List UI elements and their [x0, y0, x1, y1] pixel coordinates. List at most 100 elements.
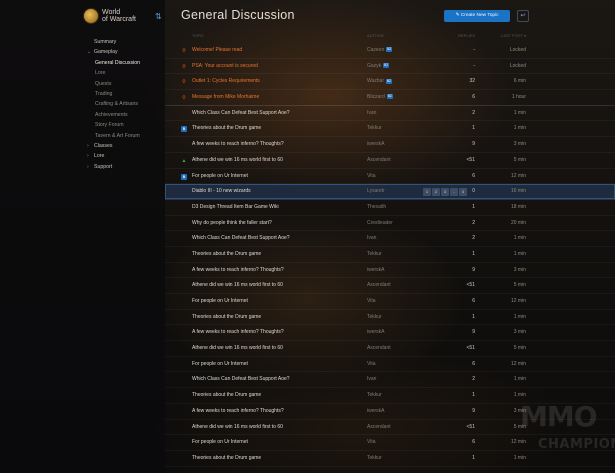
topic-subject[interactable]: Which Class Can Defeat Best Support Aoe?: [192, 106, 290, 122]
sidebar-item[interactable]: Quests: [86, 79, 164, 89]
last-post-time[interactable]: 1 hour: [495, 90, 526, 106]
sidebar-item[interactable]: › Classes: [86, 141, 164, 151]
column-author[interactable]: Author: [367, 33, 384, 38]
topic-subject[interactable]: Theories about the Drum game: [192, 388, 261, 404]
topic-author[interactable]: Cazeon BZ: [367, 43, 393, 59]
topic-row[interactable]: Which Class Can Defeat Best Support Aoe?…: [165, 106, 615, 122]
last-post-time[interactable]: 12 min: [495, 357, 526, 373]
topic-row[interactable]: For people on Ur Internet Vita 6 12 min: [165, 357, 615, 373]
column-last-post[interactable]: Last Post ▾: [495, 33, 526, 38]
topic-author[interactable]: Ivan: [367, 231, 376, 247]
topic-row[interactable]: Which Class Can Defeat Best Support Aoe?…: [165, 231, 615, 247]
topic-row[interactable]: D3 Design Thread Item Bar Game Wiki Thexa…: [165, 200, 615, 216]
topic-subject[interactable]: Diablo III - 10 new wizards: [192, 184, 251, 200]
topic-subject[interactable]: For people on Ur Internet: [192, 294, 248, 310]
last-post-time[interactable]: Locked: [495, 43, 526, 59]
topic-author[interactable]: Vita: [367, 294, 376, 310]
column-replies[interactable]: Replies: [455, 33, 475, 38]
last-post-time[interactable]: 1 min: [495, 121, 526, 137]
last-post-time[interactable]: 5 min: [495, 278, 526, 294]
column-topic[interactable]: Topic: [192, 33, 204, 38]
topic-author[interactable]: Gazyk BZ: [367, 59, 390, 75]
topic-subject[interactable]: PSA: Your account is secured: [192, 59, 258, 75]
last-post-time[interactable]: 6 min: [495, 74, 526, 90]
topic-author[interactable]: Ivan: [367, 372, 376, 388]
last-post-time[interactable]: Locked: [495, 59, 526, 75]
topic-subject[interactable]: Which Class Can Defeat Best Support Aoe?: [192, 372, 290, 388]
topic-author[interactable]: iwerskA: [367, 137, 385, 153]
topic-subject[interactable]: Theories about the Drum game: [192, 247, 261, 263]
topic-author[interactable]: Tekkur: [367, 310, 382, 326]
topic-row[interactable]: ▲ Athene did we win 16 ms world first to …: [165, 153, 615, 169]
sidebar-item[interactable]: Achievements: [86, 110, 164, 120]
topic-author[interactable]: Crestleader: [367, 216, 393, 232]
last-post-time[interactable]: 12 min: [495, 294, 526, 310]
topic-subject[interactable]: Athene did we win 16 ms world first to 6…: [192, 341, 283, 357]
sidebar-item[interactable]: Story Forum: [86, 120, 164, 130]
topic-author[interactable]: Ascendant: [367, 341, 391, 357]
last-post-time[interactable]: 20 min: [495, 216, 526, 232]
topic-row[interactable]: ⚲ Welcome! Please read Cazeon BZ - Locked: [165, 43, 615, 59]
topic-subject[interactable]: Message from Mike Morhaime: [192, 90, 259, 106]
topic-author[interactable]: Tekkur: [367, 451, 382, 467]
topic-author[interactable]: Ascendant: [367, 278, 391, 294]
topic-author[interactable]: Ivan: [367, 106, 376, 122]
topic-subject[interactable]: Theories about the Drum game: [192, 121, 261, 137]
last-post-time[interactable]: 1 min: [495, 310, 526, 326]
last-post-time[interactable]: 18 min: [495, 200, 526, 216]
topic-row[interactable]: A few weeks to reach inferno? Thoughts? i…: [165, 263, 615, 279]
return-icon[interactable]: ↩: [517, 10, 529, 22]
last-post-time[interactable]: 3 min: [495, 325, 526, 341]
sidebar-item[interactable]: Trading: [86, 89, 164, 99]
topic-row[interactable]: Theories about the Drum game Tekkur 1 1 min: [165, 247, 615, 263]
topic-author[interactable]: Tekkur: [367, 121, 382, 137]
sidebar-item[interactable]: General Discussion: [86, 58, 164, 68]
sidebar-item[interactable]: › Support: [86, 162, 164, 172]
topic-author[interactable]: Vita: [367, 435, 376, 451]
forum-switcher-chevron-icon[interactable]: ⇅: [155, 12, 162, 21]
page-link[interactable]: 1: [423, 187, 431, 196]
topic-row[interactable]: ⚲ Outlet 1: Cycles Requirements Wazbar BZ 32…: [165, 74, 615, 91]
topic-author[interactable]: iwerskA: [367, 325, 385, 341]
topic-author[interactable]: Vita: [367, 169, 376, 185]
last-post-time[interactable]: 12 min: [495, 169, 526, 185]
wow-logo[interactable]: World of Warcraft: [84, 9, 146, 23]
topic-author[interactable]: Lysandr: [367, 184, 385, 200]
topic-author[interactable]: Blizzard BZ: [367, 90, 393, 106]
topic-subject[interactable]: Athene did we win 16 ms world first to 6…: [192, 278, 283, 294]
page-link[interactable]: 3: [441, 187, 449, 196]
create-topic-button[interactable]: ✎ Create New Topic: [444, 10, 510, 22]
last-post-time[interactable]: 5 min: [495, 341, 526, 357]
topic-subject[interactable]: Why do people think the faller start?: [192, 216, 272, 232]
topic-row[interactable]: A few weeks to reach inferno? Thoughts? i…: [165, 137, 615, 153]
last-post-time[interactable]: 3 min: [495, 263, 526, 279]
last-post-time[interactable]: 5 min: [495, 153, 526, 169]
topic-subject[interactable]: A few weeks to reach inferno? Thoughts?: [192, 137, 284, 153]
topic-row[interactable]: ⚲ PSA: Your account is secured Gazyk BZ - Loc…: [165, 59, 615, 75]
topic-author[interactable]: Tekkur: [367, 247, 382, 263]
topic-subject[interactable]: A few weeks to reach inferno? Thoughts?: [192, 404, 284, 420]
sidebar-item[interactable]: Lore: [86, 68, 164, 78]
topic-row[interactable]: Athene did we win 16 ms world first to 6…: [165, 341, 615, 357]
topic-row[interactable]: Theories about the Drum game Tekkur 1 1 min: [165, 451, 615, 467]
last-post-time[interactable]: 3 min: [495, 137, 526, 153]
topic-subject[interactable]: For people on Ur Internet: [192, 169, 248, 185]
last-post-time[interactable]: 1 min: [495, 106, 526, 122]
sidebar-item[interactable]: Tavern & Art Forum: [86, 131, 164, 141]
topic-row[interactable]: ⚲ Message from Mike Morhaime Blizzard BZ 6 1 …: [165, 90, 615, 106]
topic-row[interactable]: Why do people think the faller start? Cre…: [165, 216, 615, 232]
topic-subject[interactable]: Which Class Can Defeat Best Support Aoe?: [192, 231, 290, 247]
sidebar-item[interactable]: Crafting & Artisans: [86, 99, 164, 109]
topic-subject[interactable]: Theories about the Drum game: [192, 310, 261, 326]
last-post-time[interactable]: 12 min: [495, 435, 526, 451]
topic-subject[interactable]: Athene did we win 16 ms world first to 6…: [192, 420, 283, 436]
last-post-time[interactable]: 1 min: [495, 372, 526, 388]
topic-subject[interactable]: Outlet 1: Cycles Requirements: [192, 74, 260, 90]
topic-subject[interactable]: A few weeks to reach inferno? Thoughts?: [192, 325, 284, 341]
topic-subject[interactable]: For people on Ur Internet: [192, 357, 248, 373]
sidebar-item[interactable]: › Lore: [86, 151, 164, 161]
topic-author[interactable]: iwerskA: [367, 263, 385, 279]
topic-author[interactable]: Wazbar BZ: [367, 74, 393, 90]
topic-author[interactable]: Ascendant: [367, 153, 391, 169]
topic-row[interactable]: B Theories about the Drum game Tekkur 1 1 mi…: [165, 121, 615, 138]
